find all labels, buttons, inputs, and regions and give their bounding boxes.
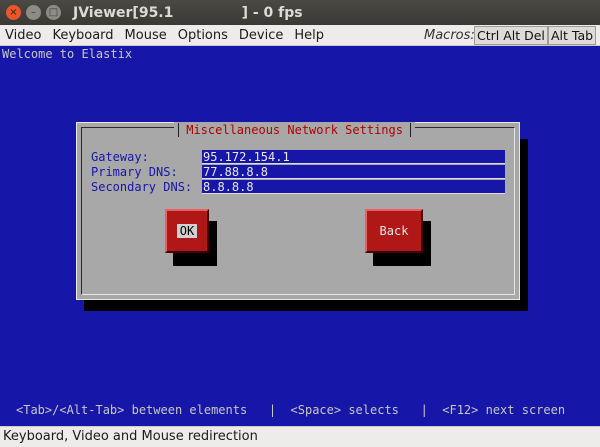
primary-dns-input[interactable]: 77.88.8.8	[202, 165, 505, 179]
menu-video[interactable]: Video	[0, 28, 47, 43]
keyboard-hint: <Tab>/<Alt-Tab> between elements | <Spac…	[16, 403, 566, 417]
minimize-icon: –	[31, 6, 36, 18]
ok-button-label: OK	[176, 224, 198, 238]
window-title: JViewer[95.1 ] - 0 fps	[73, 4, 303, 21]
back-button[interactable]: Back	[365, 209, 423, 253]
gateway-label: Gateway:	[91, 150, 149, 164]
welcome-text: Welcome to Elastix	[2, 47, 133, 61]
title-right-bar	[410, 123, 412, 137]
dialog-title: Miscellaneous Network Settings	[179, 123, 411, 137]
ctrl-alt-del-button[interactable]: Ctrl Alt Del	[474, 26, 548, 45]
secondary-dns-input[interactable]: 8.8.8.8	[202, 180, 505, 194]
secondary-dns-label: Secondary DNS:	[91, 180, 193, 194]
primary-dns-label: Primary DNS:	[91, 165, 178, 179]
menu-help[interactable]: Help	[289, 28, 330, 43]
maximize-icon: □	[48, 6, 59, 18]
alt-tab-button[interactable]: Alt Tab	[548, 26, 597, 45]
window-title-bar: × – □ JViewer[95.1 ] - 0 fps	[0, 0, 600, 25]
menu-keyboard[interactable]: Keyboard	[47, 28, 119, 43]
menu-bar: Video Keyboard Mouse Options Device Help…	[0, 25, 600, 46]
back-button-label: Back	[379, 224, 409, 238]
dialog-title-box: Miscellaneous Network Settings	[174, 122, 416, 138]
gateway-input[interactable]: 95.172.154.1	[202, 150, 505, 164]
menu-device[interactable]: Device	[234, 28, 289, 43]
menu-mouse[interactable]: Mouse	[120, 28, 173, 43]
ok-button[interactable]: OK	[165, 209, 209, 253]
maximize-window-button[interactable]: □	[46, 5, 61, 20]
close-icon: ×	[9, 6, 18, 18]
minimize-window-button[interactable]: –	[26, 5, 41, 20]
close-window-button[interactable]: ×	[6, 5, 21, 20]
status-bar: Keyboard, Video and Mouse redirection	[0, 426, 600, 447]
network-settings-dialog: Miscellaneous Network Settings Gateway: …	[76, 122, 520, 300]
macros-label: Macros:	[424, 28, 475, 43]
remote-console-screen[interactable]: Welcome to Elastix Miscellaneous Network…	[0, 46, 600, 426]
menu-options[interactable]: Options	[173, 28, 234, 43]
